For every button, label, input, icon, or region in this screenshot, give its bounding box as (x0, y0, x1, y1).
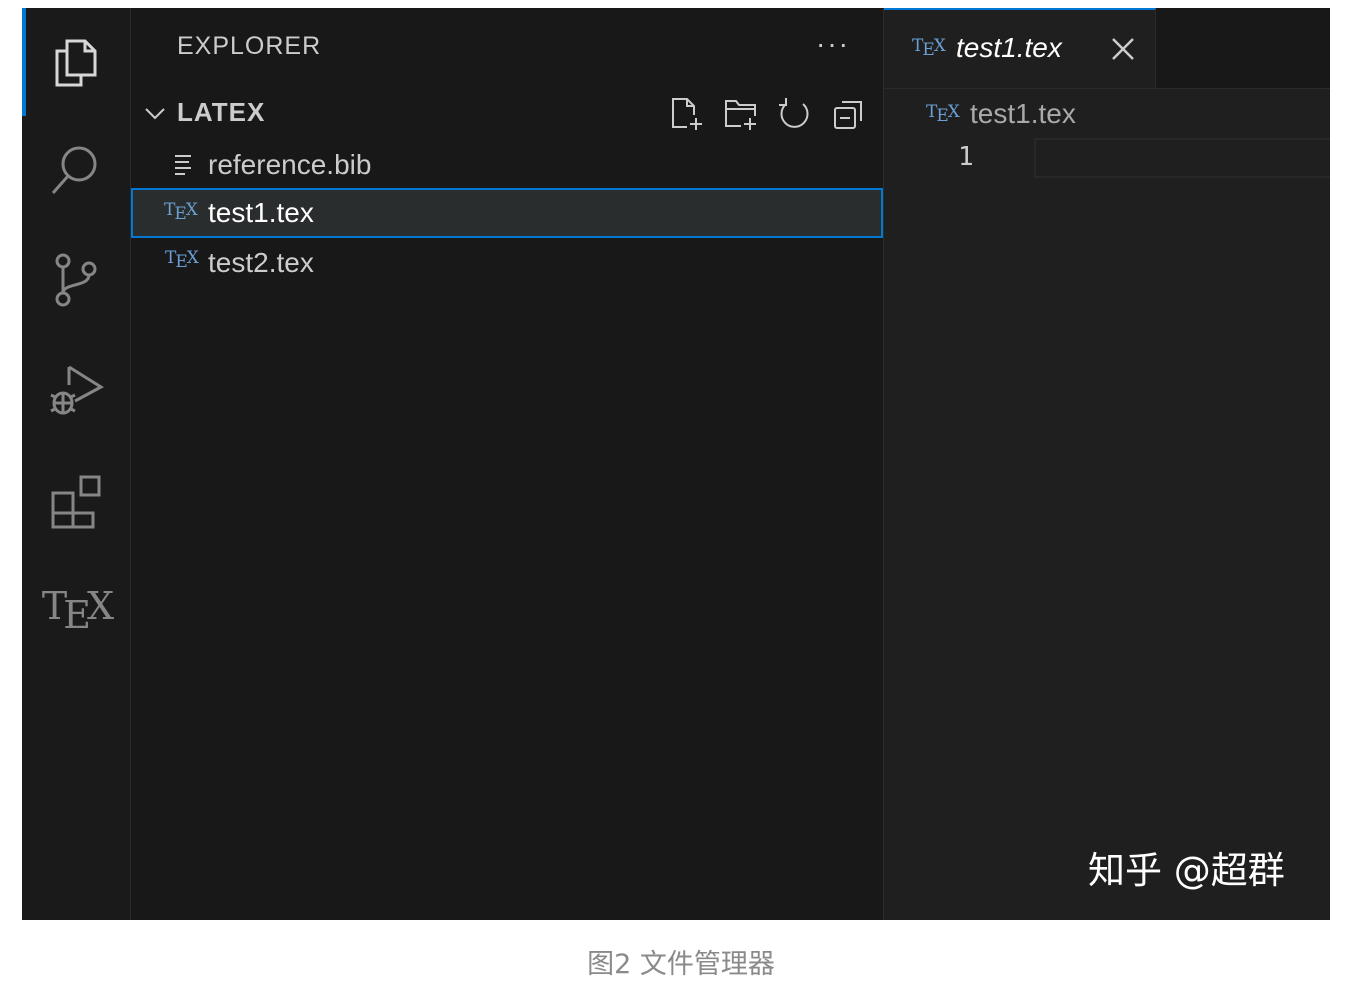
new-file-icon (672, 98, 702, 130)
activity-extensions[interactable] (22, 450, 130, 550)
tex-file-icon: TEX (165, 248, 199, 272)
refresh-icon (779, 98, 809, 128)
activity-search[interactable] (22, 120, 130, 220)
file-row-test1-tex[interactable]: TEX test1.tex (131, 188, 883, 238)
close-icon[interactable] (1110, 36, 1136, 62)
new-folder-icon (725, 100, 756, 130)
refresh-button[interactable] (775, 94, 815, 134)
file-label: test2.tex (208, 247, 314, 278)
extensions-icon (51, 475, 101, 529)
file-label: reference.bib (208, 149, 372, 180)
run-debug-icon (50, 365, 104, 415)
tab-test1-tex[interactable]: TEX test1.tex (884, 8, 1156, 88)
tex-icon: TEX (41, 584, 114, 637)
activity-run-debug[interactable] (22, 340, 130, 440)
line-number: 1 (958, 142, 974, 172)
tab-label: test1.tex (956, 32, 1062, 63)
activity-explorer[interactable] (22, 12, 130, 112)
search-icon (51, 146, 97, 194)
new-folder-button[interactable] (721, 94, 761, 134)
activity-tex[interactable]: TEX (22, 556, 130, 656)
activity-bar: TEX (22, 8, 131, 920)
watermark: 知乎 @超群 (1088, 849, 1285, 892)
more-actions-button[interactable]: ··· (811, 26, 855, 66)
bib-file-icon (175, 155, 191, 175)
explorer-sidebar: EXPLORER ··· LATEX reference.bib TEX tes… (131, 8, 884, 920)
files-icon (55, 39, 97, 87)
figure-caption: 图2 文件管理器 (587, 949, 775, 980)
file-row-test2-tex[interactable]: TEX test2.tex (131, 238, 883, 288)
file-label: test1.tex (208, 197, 314, 228)
current-line-highlight[interactable] (1034, 138, 1330, 178)
editor-area: TEX test1.tex TEX test1.tex 1 知乎 @超群 (884, 8, 1330, 920)
folder-header[interactable]: LATEX (131, 90, 883, 136)
chevron-down-icon (145, 108, 165, 120)
activity-source-control[interactable] (22, 230, 130, 330)
tab-bar: TEX test1.tex (884, 8, 1330, 89)
breadcrumb-label: test1.tex (970, 98, 1076, 129)
tex-file-icon: TEX (926, 102, 960, 126)
folder-name: LATEX (177, 97, 266, 127)
tex-file-icon: TEX (912, 36, 946, 60)
new-file-button[interactable] (667, 94, 707, 134)
collapse-all-icon (834, 101, 862, 129)
vscode-window: TEX EXPLORER ··· LATEX reference.bib TEX… (22, 8, 1330, 920)
tex-file-icon: TEX (164, 200, 198, 224)
sidebar-title: EXPLORER (177, 32, 322, 60)
collapse-all-button[interactable] (829, 94, 869, 134)
file-row-reference-bib[interactable]: reference.bib (131, 140, 883, 190)
source-control-icon (55, 253, 97, 307)
